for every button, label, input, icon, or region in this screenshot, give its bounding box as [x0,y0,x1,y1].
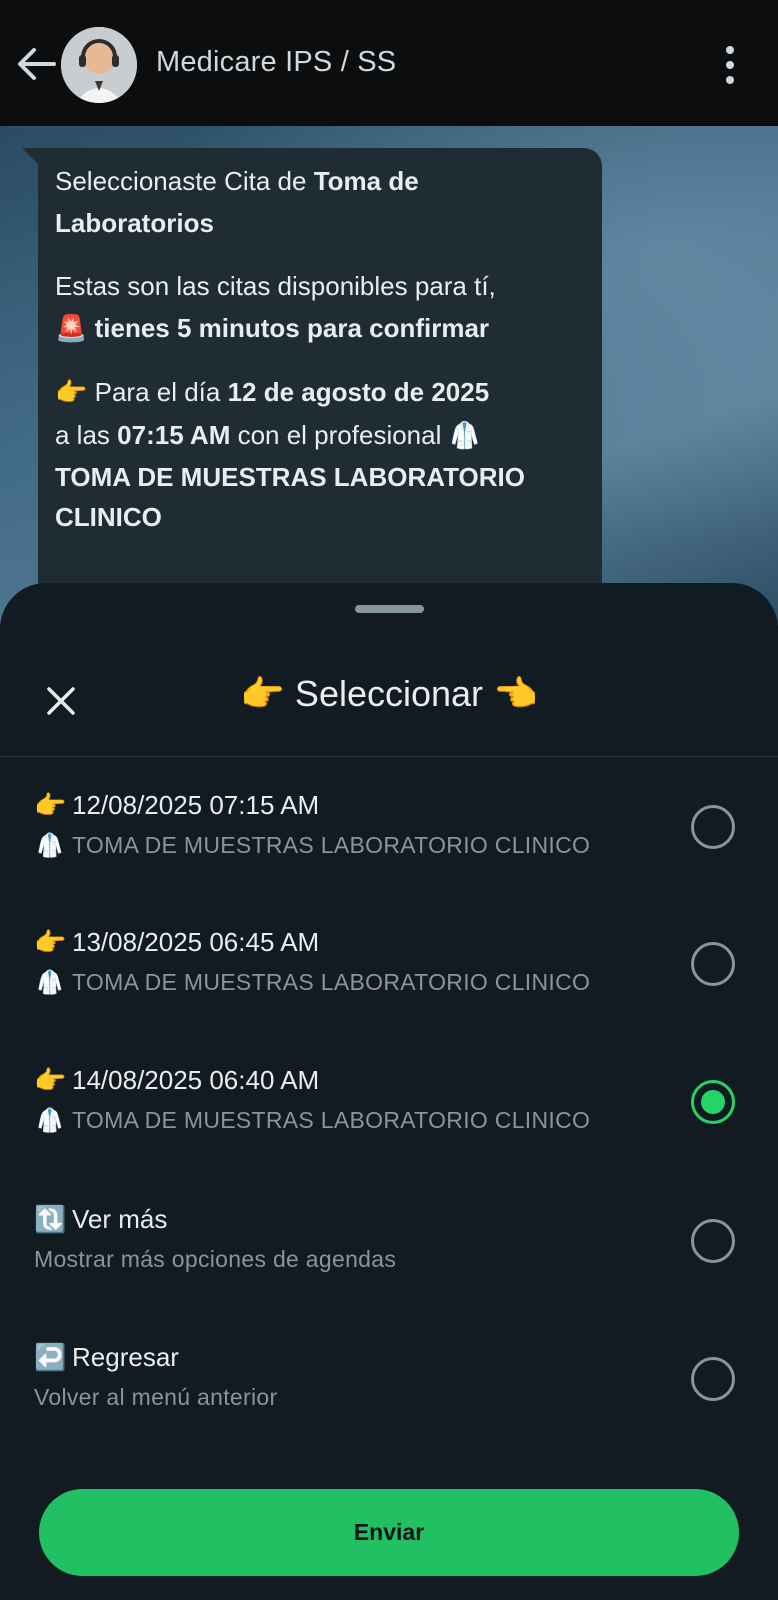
pointing-right-icon: 👉 [55,378,88,408]
option-title: ↩️ Regresar [34,1342,179,1373]
arrow-left-icon [18,48,56,80]
message-line-6: TOMA DE MUESTRAS LABORATORIO CLINICO [55,462,525,532]
more-vertical-icon [726,46,734,54]
option-subtitle: 🥼 TOMA DE MUESTRAS LABORATORIO CLINICO [35,969,591,996]
option-radio[interactable] [691,805,735,849]
sheet-title: 👉 Seleccionar 👈 [240,673,538,714]
option-subtitle: 🥼 TOMA DE MUESTRAS LABORATORIO CLINICO [35,832,591,859]
contact-name[interactable]: Medicare IPS / SS [156,46,396,79]
option-subtitle: Volver al menú anterior [34,1384,278,1410]
lab-coat-icon: 🥼 [35,970,65,996]
option-title: 👉 14/08/2025 06:40 AM [34,1065,320,1096]
siren-icon: 🚨 [55,314,88,344]
divider [0,756,778,757]
lab-coat-icon: 🥼 [448,421,481,451]
option-item-ver-mas[interactable]: 🔃 Ver más Mostrar más opciones de agendas [0,1198,778,1336]
send-button[interactable]: Enviar [39,1489,739,1576]
pointing-right-icon: 👉 [34,1066,67,1096]
option-subtitle: 🥼 TOMA DE MUESTRAS LABORATORIO CLINICO [35,1107,591,1134]
pointing-right-icon: 👉 [34,928,67,958]
lab-coat-icon: 🥼 [35,833,65,859]
option-radio[interactable] [691,1357,735,1401]
back-button[interactable] [14,42,58,86]
lab-coat-icon: 🥼 [35,1108,65,1134]
option-radio-selected[interactable] [691,1080,735,1124]
contact-avatar[interactable] [61,27,137,103]
message-line-5: a las 07:15 AM con el profesional 🥼 [55,420,481,451]
option-item-regresar[interactable]: ↩️ Regresar Volver al menú anterior [0,1336,778,1474]
agent-avatar-icon [61,27,137,103]
return-arrow-icon: ↩️ [34,1343,67,1373]
message-line-4: 👉 Para el día 12 de agosto de 2025 [55,377,490,408]
option-item[interactable]: 👉 12/08/2025 07:15 AM 🥼 TOMA DE MUESTRAS L… [0,784,778,922]
sheet-drag-handle[interactable] [355,605,424,613]
message-line-2: Estas son las citas disponibles para tí, [55,271,496,301]
selection-bottom-sheet: 👉 Seleccionar 👈 👉 12/08/2025 07:15 AM 🥼 TO… [0,583,778,1600]
message-line-1: Seleccionaste Cita de Toma de Laboratori… [55,166,419,238]
more-options-button[interactable] [710,40,750,90]
message-line-3: 🚨 tienes 5 minutos para confirmar [55,313,490,344]
chat-header: Medicare IPS / SS [0,0,778,126]
option-title: 🔃 Ver más [34,1204,168,1235]
option-radio[interactable] [691,1219,735,1263]
option-radio[interactable] [691,942,735,986]
incoming-message-bubble[interactable]: Seleccionaste Cita de Toma de Laboratori… [22,148,602,608]
option-item[interactable]: 👉 13/08/2025 06:45 AM 🥼 TOMA DE MUESTRAS L… [0,921,778,1059]
pointing-right-icon: 👉 [34,791,67,821]
option-title: 👉 13/08/2025 06:45 AM [34,927,320,958]
option-title: 👉 12/08/2025 07:15 AM [34,790,320,821]
refresh-icon: 🔃 [34,1205,67,1235]
option-subtitle: Mostrar más opciones de agendas [34,1246,397,1272]
option-item[interactable]: 👉 14/08/2025 06:40 AM 🥼 TOMA DE MUESTRAS L… [0,1059,778,1197]
